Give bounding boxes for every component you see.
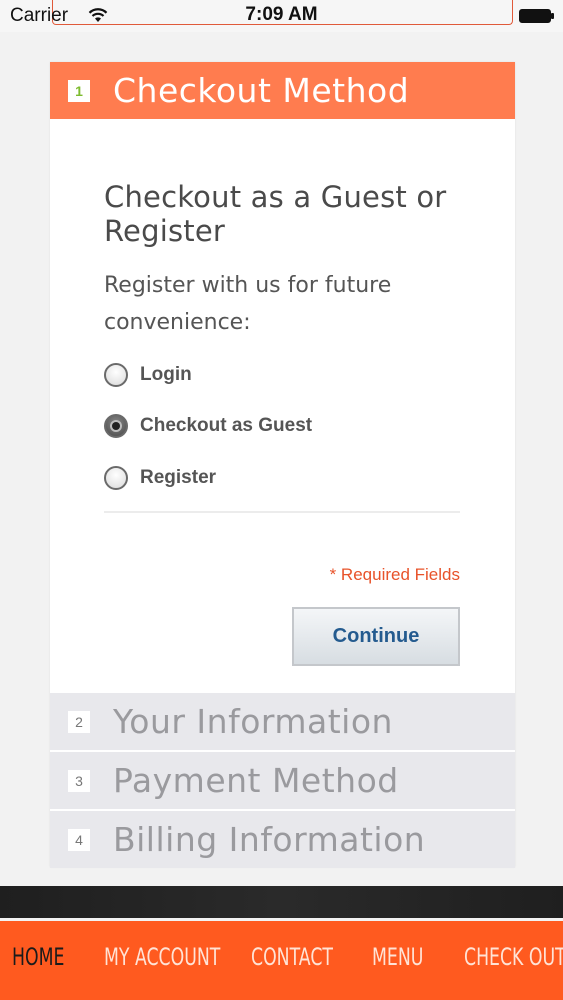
radio-option-register[interactable]: Register	[104, 466, 216, 490]
radio-button[interactable]	[104, 466, 128, 490]
step-number-badge: 2	[68, 710, 90, 733]
battery-icon	[519, 9, 555, 28]
nav-item-my-account[interactable]: MY ACCOUNT	[104, 943, 220, 971]
divider	[104, 511, 460, 513]
radio-label: Login	[140, 364, 192, 385]
step-billing-information[interactable]: 4 Billing Information	[50, 811, 515, 868]
required-fields-note: * Required Fields	[329, 565, 460, 584]
radio-button[interactable]	[104, 363, 128, 387]
step-your-information[interactable]: 2 Your Information	[50, 693, 515, 750]
footer-band	[0, 886, 563, 918]
nav-item-menu[interactable]: MENU	[372, 943, 423, 971]
status-time: 7:09 AM	[245, 4, 318, 25]
step-title: Payment Method	[113, 761, 399, 800]
step-payment-method[interactable]: 3 Payment Method	[50, 752, 515, 809]
step-number-badge: 3	[68, 769, 90, 792]
continue-button[interactable]: Continue	[292, 607, 460, 666]
nav-item-check-out[interactable]: CHECK OUT	[464, 943, 563, 971]
step-title: Billing Information	[113, 820, 426, 859]
step-number-badge: 1	[68, 79, 90, 102]
checkout-panel: 1 Checkout Method Checkout as a Guest or…	[50, 62, 515, 868]
section-description: Register with us for future convenience:	[104, 273, 392, 335]
radio-option-guest[interactable]: Checkout as Guest	[104, 414, 312, 438]
step-checkout-method[interactable]: 1 Checkout Method	[50, 62, 515, 119]
step-number-badge: 4	[68, 828, 90, 851]
step-title: Your Information	[113, 702, 393, 741]
radio-label: Register	[140, 467, 217, 488]
radio-label: Checkout as Guest	[140, 415, 313, 436]
section-heading: Checkout as a Guest or Register	[104, 180, 447, 248]
radio-button-selected[interactable]	[104, 414, 128, 438]
nav-item-contact[interactable]: CONTACT	[251, 943, 333, 971]
status-bar: Carrier 7:09 AM	[0, 0, 563, 32]
step-title: Checkout Method	[113, 71, 410, 110]
radio-option-login[interactable]: Login	[104, 363, 192, 387]
bottom-nav: HOME MY ACCOUNT CONTACT MENU CHECK OUT	[0, 921, 563, 1000]
nav-item-home[interactable]: HOME	[12, 943, 64, 971]
